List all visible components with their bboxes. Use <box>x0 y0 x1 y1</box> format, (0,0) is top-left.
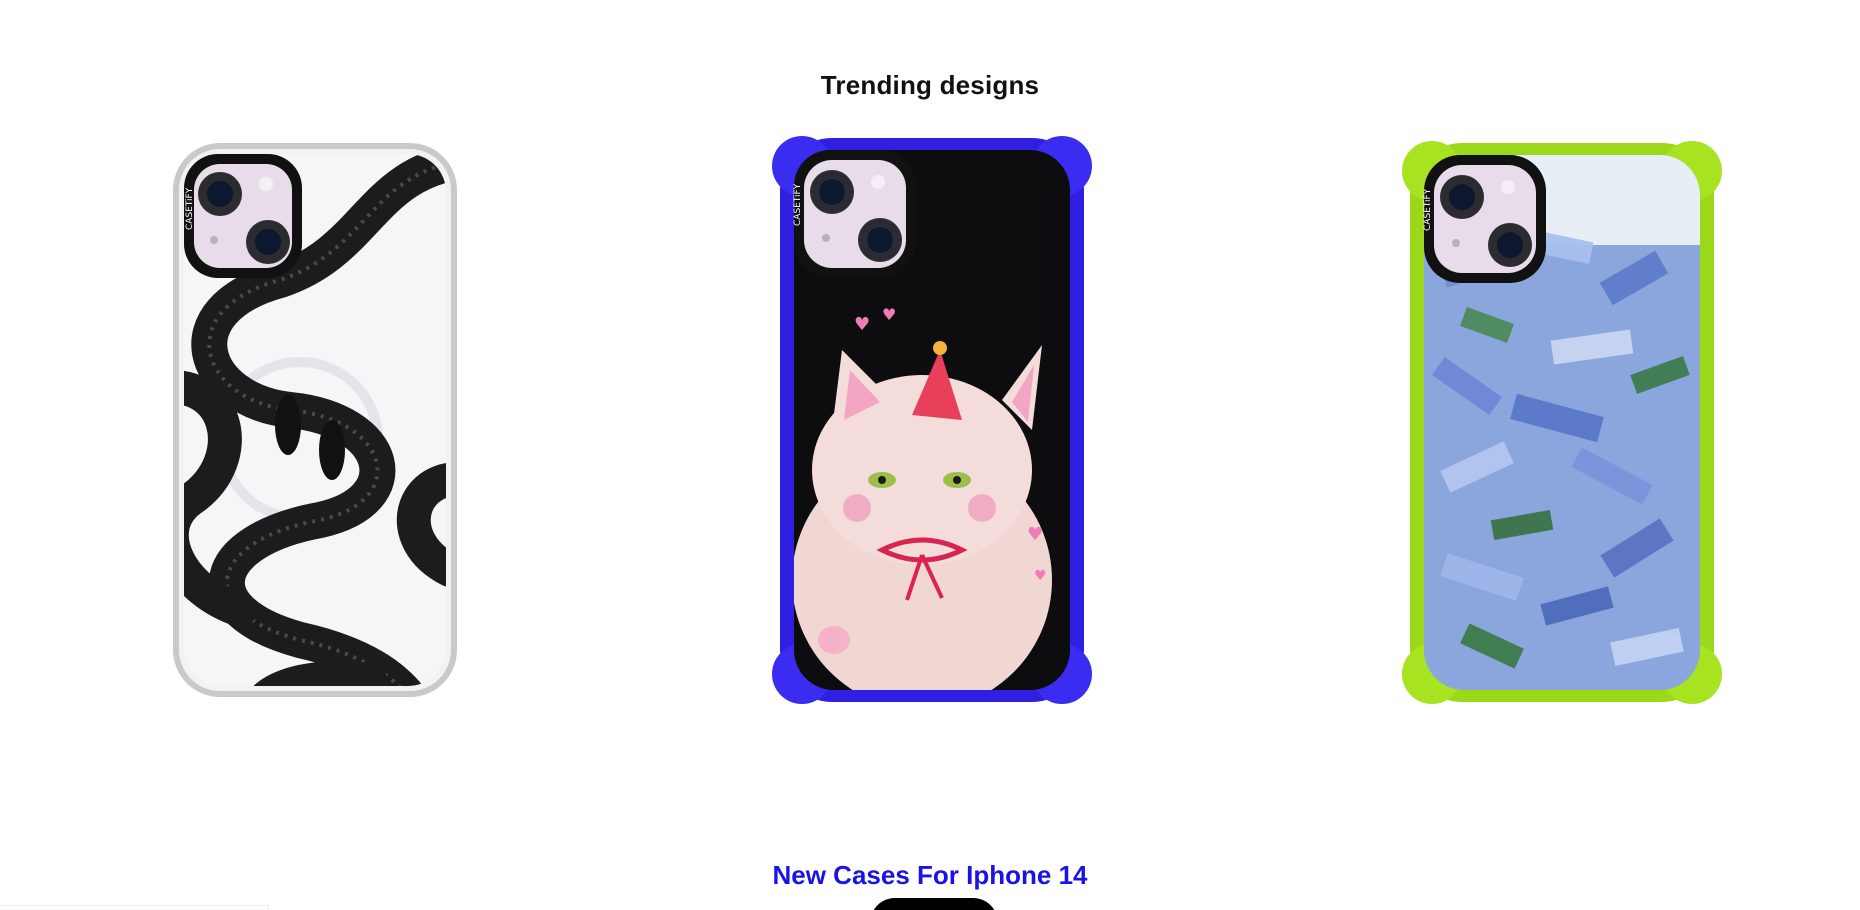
page: Trending designs CASETiFY ♥ ♥ ♥ ♥ CASETi… <box>0 0 1860 910</box>
brand-mark-text: CASETiFY <box>793 183 803 226</box>
brand-mark-text: CASETiFY <box>185 187 195 230</box>
phone-case-image: CASETiFY <box>173 143 457 697</box>
svg-text:♥: ♥ <box>1027 524 1043 545</box>
svg-text:♥: ♥ <box>854 314 870 335</box>
phone-case-image: CASETiFY <box>1402 141 1722 704</box>
new-cases-heading: New Cases For Iphone 14 <box>772 859 1088 890</box>
svg-text:♥: ♥ <box>1034 568 1047 584</box>
phone-case-image: ♥ ♥ ♥ ♥ CASETiFY <box>772 136 1092 704</box>
svg-text:♥: ♥ <box>882 305 896 324</box>
shop-now-button[interactable] <box>870 898 998 910</box>
product-card-snake-case[interactable]: CASETiFY <box>170 140 460 700</box>
bottom-left-panel <box>0 905 269 910</box>
trending-designs-heading: Trending designs <box>820 69 1040 100</box>
product-card-flowers-case[interactable]: CASETiFY <box>1402 135 1722 710</box>
brand-mark-text: CASETiFY <box>1423 188 1433 231</box>
product-card-cat-case[interactable]: ♥ ♥ ♥ ♥ CASETiFY <box>772 130 1092 710</box>
